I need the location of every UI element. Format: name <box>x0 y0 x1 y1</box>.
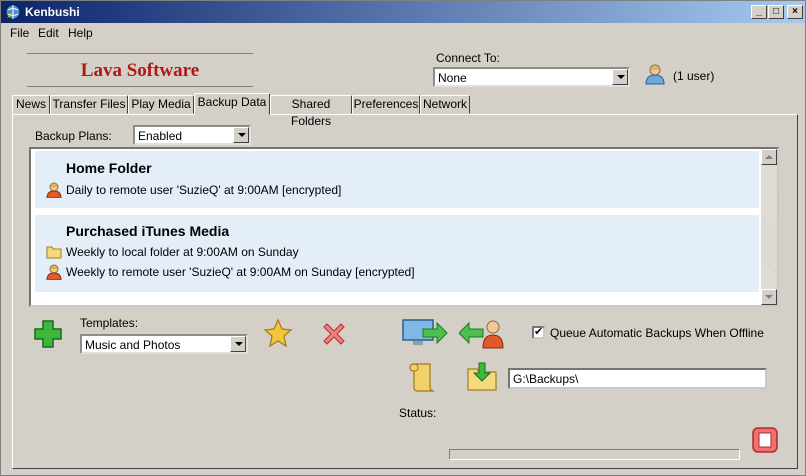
backup-plans-value: Enabled <box>138 129 183 143</box>
window-title: Kenbushi <box>25 5 80 19</box>
tab-shared-folders[interactable]: Shared Folders <box>270 95 352 128</box>
tab-transfer-files[interactable]: Transfer Files <box>50 95 128 114</box>
plan-card-itunes-media[interactable]: Purchased iTunes Media Weekly to local f… <box>35 215 759 292</box>
plan-line: Weekly to remote user 'SuzieQ' at 9:00AM… <box>66 265 415 279</box>
delete-x-icon[interactable] <box>319 319 349 349</box>
chevron-down-icon[interactable] <box>233 127 249 143</box>
templates-label: Templates: <box>80 316 139 330</box>
backup-path-input[interactable]: G:\Backups\ <box>508 368 767 389</box>
plan-line: Daily to remote user 'SuzieQ' at 9:00AM … <box>66 183 342 197</box>
backup-plans-label: Backup Plans: <box>35 129 112 143</box>
stop-icon[interactable] <box>750 425 780 455</box>
status-progress-bar <box>449 449 740 460</box>
menu-edit[interactable]: Edit <box>38 26 59 40</box>
maximize-button[interactable]: □ <box>768 5 784 19</box>
connect-to-value: None <box>438 71 467 85</box>
chevron-down-icon[interactable] <box>612 69 628 85</box>
users-icon[interactable] <box>644 63 666 85</box>
templates-value: Music and Photos <box>85 338 181 352</box>
app-window: Kenbushi _ □ × File Edit Help Lava Softw… <box>0 0 806 476</box>
status-label: Status: <box>399 406 437 420</box>
download-folder-icon[interactable] <box>466 361 498 393</box>
logo-box: Lava Software <box>27 53 253 87</box>
user-count: (1 user) <box>673 69 715 83</box>
add-plan-plus-icon[interactable] <box>33 319 63 349</box>
remote-user-icon <box>46 182 62 198</box>
connect-to-select[interactable]: None <box>433 67 630 87</box>
plan-line: Weekly to local folder at 9:00AM on Sund… <box>66 245 299 259</box>
app-globe-icon <box>5 4 21 20</box>
chevron-down-icon[interactable] <box>230 336 246 352</box>
scroll-down-button[interactable] <box>761 289 777 305</box>
templates-select[interactable]: Music and Photos <box>80 334 248 354</box>
logo-text: Lava Software <box>80 60 200 81</box>
tab-news[interactable]: News <box>12 95 50 114</box>
queue-offline-checkbox[interactable]: ✔ <box>532 326 545 339</box>
backup-plan-list[interactable]: Home Folder Daily to remote user 'SuzieQ… <box>29 147 779 307</box>
list-scrollbar[interactable] <box>761 149 777 305</box>
plan-title: Home Folder <box>66 160 152 176</box>
tab-backup-data[interactable]: Backup Data <box>194 93 270 115</box>
plan-title: Purchased iTunes Media <box>66 223 230 239</box>
queue-offline-label[interactable]: Queue Automatic Backups When Offline <box>550 326 764 340</box>
folder-icon <box>46 246 62 259</box>
scroll-log-icon[interactable] <box>408 361 438 393</box>
tab-preferences[interactable]: Preferences <box>352 95 420 114</box>
tab-play-media[interactable]: Play Media <box>128 95 194 114</box>
menu-bar: File Edit Help <box>1 23 805 43</box>
close-button[interactable]: × <box>787 5 803 19</box>
backup-to-user-icon[interactable] <box>459 317 505 349</box>
backup-to-computer-icon[interactable] <box>401 317 449 349</box>
menu-help[interactable]: Help <box>68 26 93 40</box>
remote-user-icon <box>46 264 62 280</box>
menu-file[interactable]: File <box>10 26 29 40</box>
scroll-up-button[interactable] <box>761 149 777 165</box>
backup-plans-select[interactable]: Enabled <box>133 125 251 145</box>
minimize-button[interactable]: _ <box>751 5 767 19</box>
star-favorite-icon[interactable] <box>263 318 293 348</box>
title-bar: Kenbushi _ □ × <box>1 1 805 23</box>
tab-network[interactable]: Network <box>420 95 470 114</box>
backup-path-value: G:\Backups\ <box>513 372 579 386</box>
connect-to-label: Connect To: <box>436 51 500 65</box>
plan-card-home-folder[interactable]: Home Folder Daily to remote user 'SuzieQ… <box>35 151 759 208</box>
